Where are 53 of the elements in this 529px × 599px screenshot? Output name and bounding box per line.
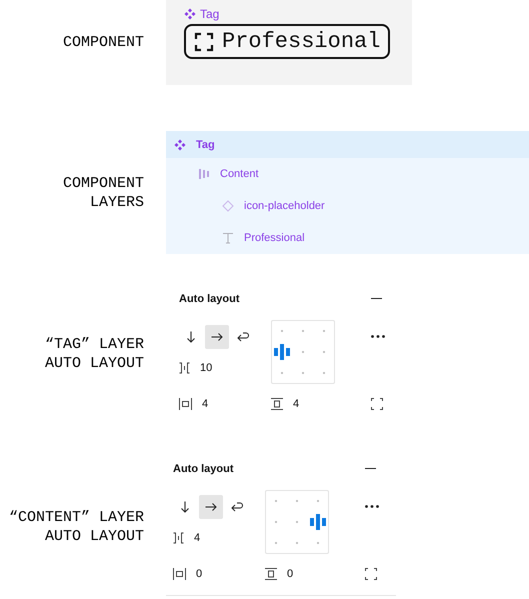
gap-value[interactable]: 10 (200, 362, 212, 374)
minus-icon[interactable] (365, 468, 376, 470)
more-icon[interactable] (371, 335, 385, 338)
panel-title: Auto layout (179, 293, 240, 305)
section-label: “CONTENT” LAYER (8, 508, 144, 526)
gap-icon (173, 532, 184, 544)
gap-icon (179, 362, 190, 374)
direction-button[interactable] (199, 495, 223, 519)
alignment-grid[interactable] (271, 320, 335, 384)
more-icon[interactable] (365, 505, 379, 508)
text-icon (222, 232, 234, 244)
layer-row[interactable]: Content (166, 158, 529, 190)
minus-icon[interactable] (371, 298, 382, 300)
padding-value[interactable]: 4 (293, 398, 300, 410)
tag-label: Professional (222, 29, 380, 54)
layer-name: Content (220, 168, 259, 180)
vertical-padding-icon (265, 568, 277, 580)
columns-icon (198, 168, 210, 180)
diamond-icon (222, 200, 234, 212)
gap-value[interactable]: 4 (194, 532, 200, 544)
section-label: AUTO LAYOUT (44, 354, 144, 373)
direction-button[interactable] (205, 325, 229, 349)
padding-value[interactable]: 0 (287, 568, 294, 580)
down-arrow-icon (186, 331, 196, 343)
alignment-grid[interactable] (265, 490, 329, 554)
right-arrow-icon (205, 502, 217, 512)
layer-name: Professional (244, 232, 305, 244)
layer-row[interactable]: Tag (166, 131, 529, 158)
padding-value[interactable]: 4 (202, 398, 208, 410)
right-arrow-icon (211, 332, 223, 342)
section-label: AUTO LAYOUT (44, 526, 144, 546)
wrap-arrow-icon (231, 502, 243, 512)
panel-title: Auto layout (173, 463, 234, 475)
vertical-padding-icon (271, 398, 283, 410)
wrap-arrow-icon (237, 332, 249, 342)
layer-row[interactable]: Professional (166, 222, 529, 254)
layer-name: icon-placeholder (244, 200, 325, 212)
horizontal-padding-icon (173, 568, 186, 580)
layer-name: Tag (196, 138, 215, 150)
placeholder-icon (194, 32, 214, 52)
down-arrow-icon (180, 501, 190, 513)
layer-row[interactable]: icon-placeholder (166, 190, 529, 222)
padding-value[interactable]: 0 (196, 568, 202, 580)
horizontal-padding-icon (179, 398, 192, 410)
component-icon (184, 8, 196, 20)
section-label: “TAG” LAYER (44, 335, 144, 354)
component-icon (174, 138, 186, 150)
clip-icon[interactable] (365, 568, 377, 580)
component-name: Tag (200, 7, 220, 21)
clip-icon[interactable] (371, 398, 383, 410)
section-label: LAYERS (90, 192, 144, 212)
section-label: COMPONENT (62, 33, 144, 52)
section-label: COMPONENT (62, 174, 144, 192)
